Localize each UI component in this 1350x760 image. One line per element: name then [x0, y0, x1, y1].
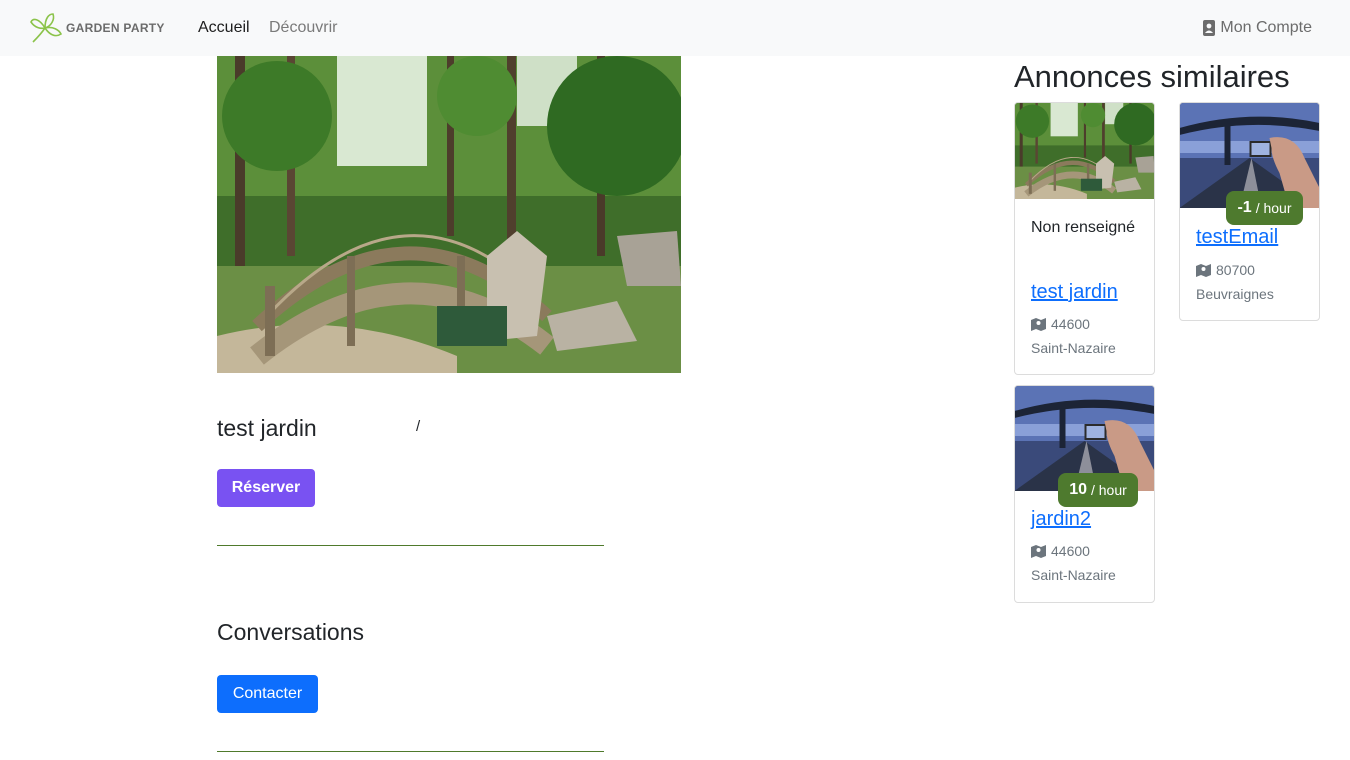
- zip-code: 44600: [1051, 316, 1090, 332]
- card-city: Saint-Nazaire: [1031, 567, 1116, 583]
- price-value: 10: [1069, 481, 1087, 498]
- account-card-icon: [1203, 20, 1216, 36]
- listing-title: test jardin: [217, 415, 317, 441]
- listing-image: [217, 56, 681, 373]
- card-zip: 44600: [1031, 315, 1090, 333]
- conversations-title: Conversations: [217, 619, 365, 645]
- zip-code: 80700: [1216, 262, 1255, 278]
- card-zip: 44600: [1031, 542, 1090, 560]
- nav-home-link[interactable]: Accueil: [198, 18, 250, 38]
- brand-name: GARDEN PARTY: [66, 21, 165, 35]
- price-unit: / hour: [1255, 200, 1292, 216]
- divider: [217, 751, 604, 752]
- account-label: Mon Compte: [1220, 19, 1312, 36]
- card-city: Saint-Nazaire: [1031, 340, 1116, 356]
- similar-card[interactable]: Non renseigné test jardin 44600 Saint-Na…: [1014, 102, 1155, 375]
- zip-code: 44600: [1051, 543, 1090, 559]
- price-not-set: Non renseigné: [1031, 219, 1136, 236]
- card-title-link[interactable]: jardin2: [1031, 507, 1091, 531]
- card-title-link[interactable]: test jardin: [1031, 280, 1118, 304]
- leaf-logo-icon: [30, 13, 63, 43]
- map-icon: [1031, 317, 1046, 331]
- card-city: Beuvraignes: [1196, 286, 1274, 302]
- price-separator: /: [416, 418, 421, 435]
- price-value: -1: [1237, 199, 1252, 216]
- card-title-link[interactable]: testEmail: [1196, 225, 1278, 249]
- similar-card[interactable]: -1 / hour testEmail 80700 Beuvraignes: [1179, 102, 1320, 321]
- nav-discover-link[interactable]: Découvrir: [269, 18, 337, 38]
- similar-listings-title: Annonces similaires: [1014, 59, 1290, 94]
- card-zip: 80700: [1196, 261, 1255, 279]
- reserve-button[interactable]: Réserver: [217, 469, 315, 507]
- navbar: GARDEN PARTY Accueil Découvrir Mon Compt…: [0, 0, 1350, 56]
- card-image[interactable]: [1015, 103, 1154, 199]
- price-badge: -1 / hour: [1226, 191, 1303, 225]
- price-unit: / hour: [1090, 482, 1127, 498]
- contact-button[interactable]: Contacter: [217, 675, 318, 713]
- account-link[interactable]: Mon Compte: [1203, 18, 1312, 38]
- map-icon: [1031, 544, 1046, 558]
- similar-card[interactable]: 10 / hour jardin2 44600 Saint-Nazaire: [1014, 385, 1155, 603]
- brand-logo[interactable]: GARDEN PARTY: [29, 12, 165, 44]
- map-icon: [1196, 263, 1211, 277]
- price-badge: 10 / hour: [1058, 473, 1138, 507]
- divider: [217, 545, 604, 546]
